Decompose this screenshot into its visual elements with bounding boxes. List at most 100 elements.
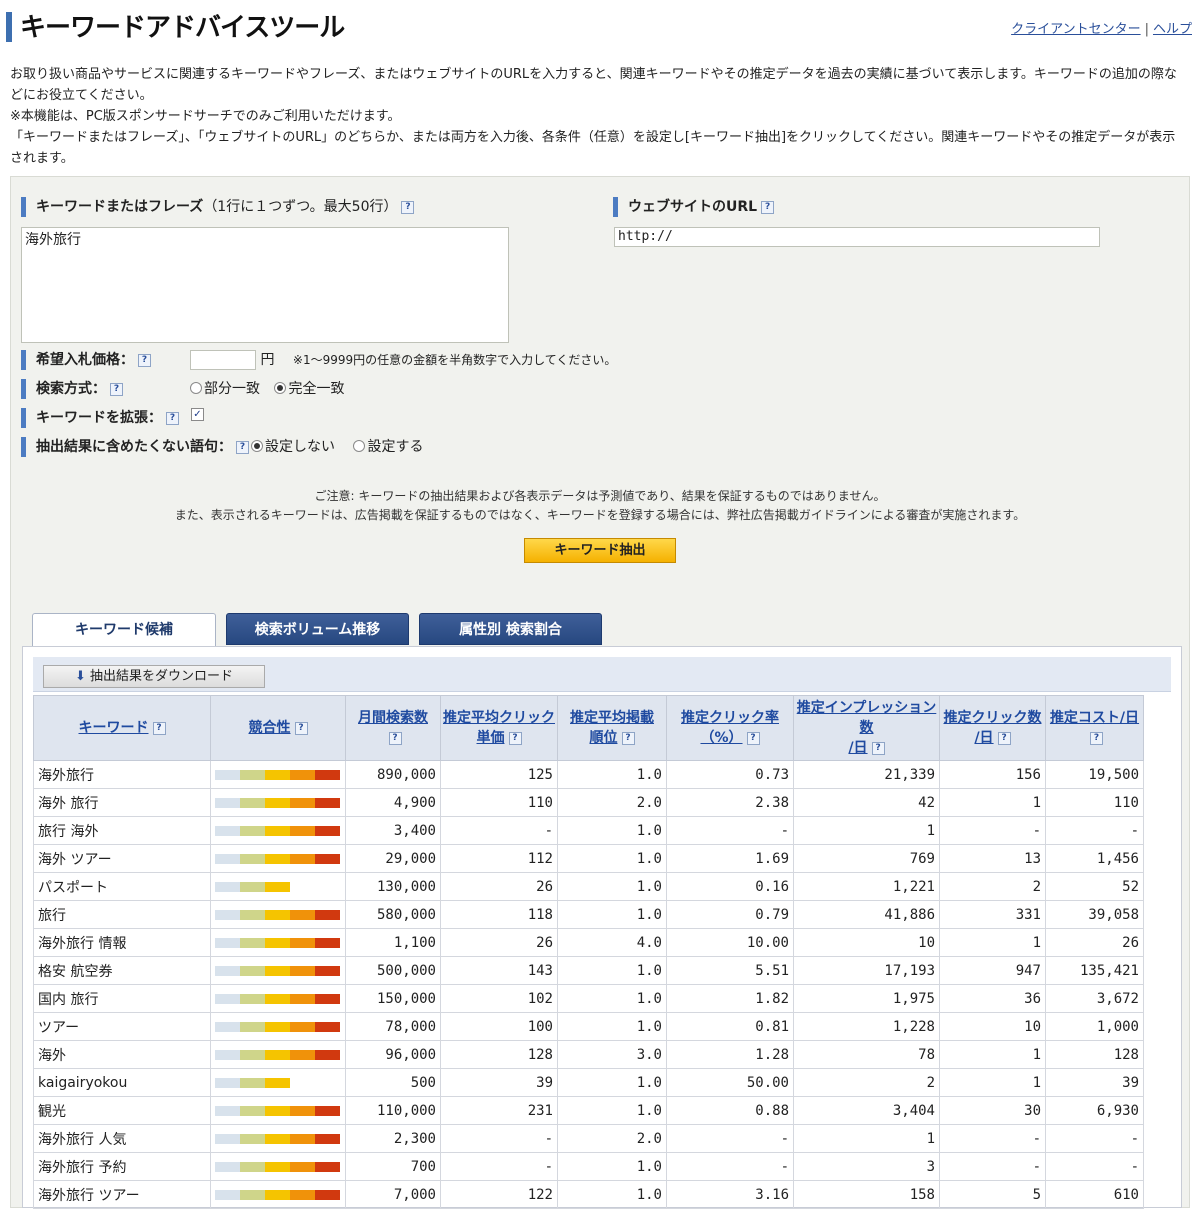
keyword-cell: 海外 xyxy=(33,1040,211,1069)
col-avg-position[interactable]: 推定平均掲載 順位? xyxy=(557,695,667,761)
competition-segment xyxy=(315,965,340,976)
competition-cell xyxy=(210,956,346,985)
competition-cell xyxy=(210,872,346,901)
competition-bar xyxy=(215,1077,341,1088)
monthly-searches-cell: 110,000 xyxy=(345,1096,441,1125)
bid-note: ※1～9999円の任意の金額を半角数字で入力してください。 xyxy=(292,353,617,367)
help-icon[interactable]: ? xyxy=(508,731,522,745)
ctr-cell: - xyxy=(666,1152,794,1181)
monthly-searches-cell: 500,000 xyxy=(345,956,441,985)
col-competition[interactable]: 競合性? xyxy=(210,695,346,761)
competition-segment xyxy=(240,965,265,976)
tab-demographics[interactable]: 属性別 検索割合 xyxy=(419,613,602,645)
competition-segment xyxy=(265,825,290,836)
competition-bar xyxy=(215,937,341,948)
help-icon[interactable]: ? xyxy=(746,731,760,745)
match-exact-label: 完全一致 xyxy=(288,381,345,397)
impressions-cell: 1 xyxy=(793,816,940,845)
col-impressions[interactable]: 推定インプレッション数/日? xyxy=(793,695,940,761)
expand-option: ✓ xyxy=(191,404,204,424)
monthly-searches-cell: 29,000 xyxy=(345,844,441,873)
competition-bar xyxy=(215,853,341,864)
help-link[interactable]: ヘルプ xyxy=(1153,22,1192,37)
cost-cell: 128 xyxy=(1045,1040,1144,1069)
competition-segment xyxy=(315,1105,340,1116)
competition-bar xyxy=(215,797,341,808)
exclude-on-radio[interactable] xyxy=(353,440,366,452)
competition-segment xyxy=(240,825,265,836)
monthly-searches-cell: 96,000 xyxy=(345,1040,441,1069)
keyword-textarea[interactable]: 海外旅行 xyxy=(21,227,509,343)
url-input[interactable]: http:// xyxy=(614,227,1100,247)
competition-segment xyxy=(315,1189,340,1200)
competition-bar xyxy=(215,993,341,1004)
competition-segment xyxy=(215,1189,240,1200)
help-icon[interactable]: ? xyxy=(871,741,885,755)
help-icon[interactable]: ? xyxy=(138,353,151,367)
expand-label-wrap: キーワードを拡張：? xyxy=(21,408,179,428)
competition-segment xyxy=(215,909,240,920)
avg-cpc-cell: 110 xyxy=(440,788,558,817)
competition-segment xyxy=(315,769,340,780)
col-avg-cpc[interactable]: 推定平均クリック 単価? xyxy=(440,695,558,761)
download-button[interactable]: ⬇ 抽出結果をダウンロード xyxy=(43,665,265,688)
help-icon[interactable]: ? xyxy=(388,731,402,745)
avg-cpc-cell: - xyxy=(440,1152,558,1181)
clicks-cell: - xyxy=(939,1152,1046,1181)
competition-segment xyxy=(215,881,240,892)
competition-segment xyxy=(240,1133,265,1144)
help-icon[interactable]: ? xyxy=(761,200,775,214)
client-center-link[interactable]: クライアントセンター xyxy=(1011,22,1140,37)
col-ctr[interactable]: 推定クリック率 （%）? xyxy=(666,695,794,761)
expand-checkbox[interactable]: ✓ xyxy=(191,407,204,421)
avg-cpc-cell: - xyxy=(440,1124,558,1153)
cost-cell: - xyxy=(1045,1124,1144,1153)
help-icon[interactable]: ? xyxy=(110,382,123,396)
competition-segment xyxy=(315,909,340,920)
competition-bar xyxy=(215,1021,341,1032)
bid-input[interactable] xyxy=(190,350,256,370)
keyword-cell: 海外 旅行 xyxy=(33,788,211,817)
help-icon[interactable]: ? xyxy=(294,721,308,735)
competition-cell xyxy=(210,1124,346,1153)
table-row: 観光 110,000 231 1.0 0.88 3,404 30 6,930 xyxy=(33,1096,1144,1125)
avg-cpc-cell: - xyxy=(440,816,558,845)
exclude-on-label: 設定する xyxy=(367,439,424,455)
col-monthly-searches[interactable]: 月間検索数? xyxy=(345,695,441,761)
help-icon[interactable]: ? xyxy=(621,731,635,745)
col-clicks[interactable]: 推定クリック数/日? xyxy=(939,695,1046,761)
help-icon[interactable]: ? xyxy=(1090,731,1103,745)
help-icon[interactable]: ? xyxy=(401,200,415,214)
col-cost[interactable]: 推定コスト/日? xyxy=(1045,695,1144,761)
competition-segment xyxy=(290,965,315,976)
monthly-searches-cell: 7,000 xyxy=(345,1180,441,1209)
bid-row: 円 ※1～9999円の任意の金額を半角数字で入力してください。 xyxy=(190,350,616,370)
competition-segment xyxy=(290,1133,315,1144)
clicks-cell: 1 xyxy=(939,1040,1046,1069)
competition-segment xyxy=(240,1077,265,1088)
avg-cpc-cell: 102 xyxy=(440,984,558,1013)
avg-position-cell: 1.0 xyxy=(557,956,667,985)
tab-search-volume[interactable]: 検索ボリューム推移 xyxy=(226,613,409,645)
extract-keywords-button[interactable]: キーワード抽出 xyxy=(524,538,676,563)
avg-cpc-cell: 122 xyxy=(440,1180,558,1209)
help-icon[interactable]: ? xyxy=(997,731,1011,745)
competition-segment xyxy=(315,937,340,948)
exclude-off-radio[interactable] xyxy=(251,440,263,452)
help-icon[interactable]: ? xyxy=(152,721,166,735)
cost-cell: - xyxy=(1045,816,1144,845)
competition-segment xyxy=(265,1161,290,1172)
keyword-cell: 観光 xyxy=(33,1096,211,1125)
help-icon[interactable]: ? xyxy=(236,440,249,454)
competition-segment xyxy=(265,993,290,1004)
avg-position-cell: 1.0 xyxy=(557,900,667,929)
tab-keyword-candidates[interactable]: キーワード候補 xyxy=(32,613,216,647)
clicks-cell: - xyxy=(939,1124,1046,1153)
help-icon[interactable]: ? xyxy=(166,411,179,425)
competition-segment xyxy=(265,1133,290,1144)
competition-segment xyxy=(290,797,315,808)
match-exact-radio[interactable] xyxy=(274,382,287,394)
col-keyword[interactable]: キーワード? xyxy=(33,695,211,761)
match-partial-radio[interactable] xyxy=(190,382,202,394)
competition-segment xyxy=(265,769,290,780)
